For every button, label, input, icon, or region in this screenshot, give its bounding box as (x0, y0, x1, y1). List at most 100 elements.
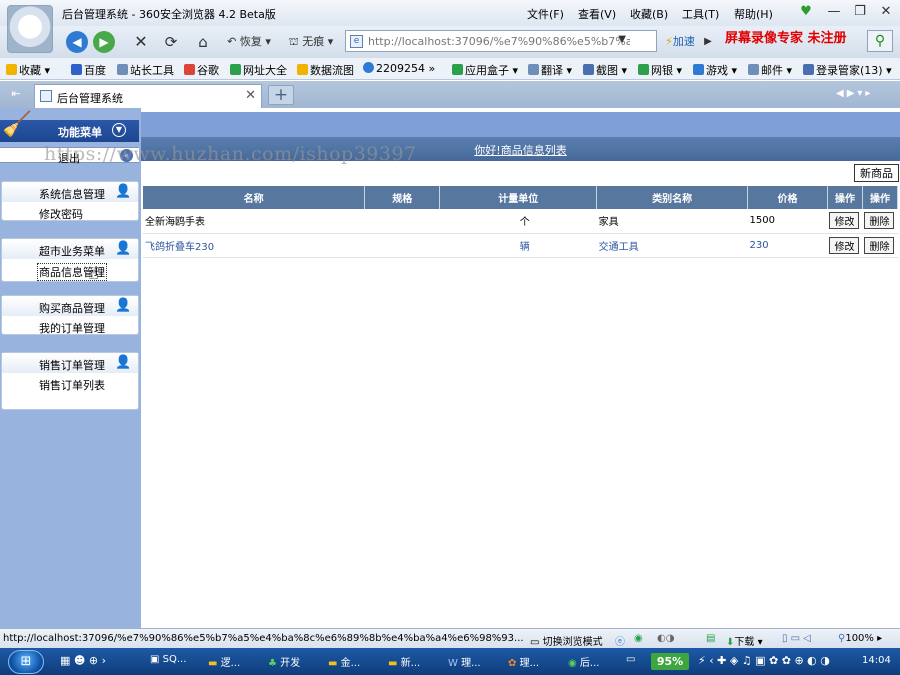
fav-translate[interactable]: 翻译 ▾ (528, 62, 572, 78)
menu-view[interactable]: 查看(V) (578, 6, 616, 22)
group-header[interactable]: 购买商品管理 👤 (2, 296, 138, 316)
task-gold[interactable]: ▬ 金... (328, 654, 360, 669)
task-dev[interactable]: ♣ 开发 (268, 654, 300, 669)
bank-icon (638, 64, 649, 75)
address-input[interactable]: http://localhost:37096/%e7%90%86%e5%b7%a… (368, 35, 630, 48)
tab-scroll-icon[interactable]: ◀▶▾▸ (836, 88, 896, 102)
no-trace-button[interactable]: ⛫ 无痕 ▾ (284, 31, 338, 53)
start-button[interactable]: ⊞ (8, 650, 44, 674)
tab-admin[interactable]: 后台管理系统 ✕ (34, 84, 262, 108)
change-password-link[interactable]: 修改密码 (39, 206, 83, 222)
downloads-button[interactable]: ⬇下载 ▾ (726, 633, 763, 648)
message-icon[interactable]: ▤ (706, 633, 715, 644)
home-icon[interactable]: ⌂ (193, 31, 213, 53)
switch-mode-button[interactable]: ▭ 切换浏览模式 (530, 633, 603, 648)
fav-dataflow[interactable]: 数据流图 (297, 62, 354, 78)
delete-button[interactable]: 删除 (864, 236, 895, 254)
menu-group-sales: 销售订单管理 👤 销售订单列表 (1, 352, 139, 410)
app-icon: ▣ (150, 654, 160, 665)
security-icon[interactable]: ◉ (634, 633, 643, 644)
column-header-delete: 操作 (862, 186, 899, 209)
page-icon (40, 90, 52, 102)
browser-icon: ◉ (568, 658, 577, 669)
status-bar: http://localhost:37096/%e7%90%86%e5%b7%a… (0, 628, 900, 648)
windows-logo-icon: ⊞ (20, 654, 32, 669)
tray-icons[interactable]: ⚡ ‹ ✚ ◈ ♫ ▣ ✿ ✿ ⊕ ◐ ◑ (698, 654, 830, 667)
close-window-icon[interactable]: ✕ (877, 3, 895, 21)
fav-netbank[interactable]: 网银 ▾ (638, 62, 682, 78)
forward-icon[interactable]: ▶ (93, 31, 115, 53)
fav-screenshot[interactable]: 截图 ▾ (583, 62, 627, 78)
page-tools-icon[interactable]: ▯ ▭ ◁ (782, 633, 811, 644)
menu-tools[interactable]: 工具(T) (682, 6, 719, 22)
task-logic[interactable]: ▬ 逻... (208, 654, 240, 669)
new-tab-icon[interactable]: + (268, 85, 294, 105)
keyboard-icon[interactable]: ▭ (626, 654, 635, 665)
refresh-icon[interactable]: ⟳ (161, 31, 181, 53)
skin-icon[interactable]: ♥ (797, 3, 815, 21)
task-word[interactable]: W 理... (448, 654, 481, 669)
sales-orders-link[interactable]: 销售订单列表 (39, 377, 105, 393)
address-dropdown-icon[interactable]: ▼ (618, 34, 626, 45)
menu-group-purchase: 购买商品管理 👤 我的订单管理 (1, 295, 139, 335)
incognito-icon: ⛫ (288, 35, 299, 48)
switch-mode-label: 切换浏览模式 (542, 637, 603, 648)
toggle-switch-icon[interactable]: ◐◑ (657, 633, 674, 644)
restore-window-icon[interactable]: ❐ (851, 3, 869, 21)
new-product-button[interactable]: 新商品 (854, 164, 899, 182)
quick-launch-icons[interactable]: ▦ ☻ ⊕ › (60, 654, 106, 667)
edit-button[interactable]: 修改 (829, 236, 860, 254)
menu-favorites[interactable]: 收藏(B) (630, 6, 668, 22)
group-header[interactable]: 销售订单管理 👤 (2, 353, 138, 373)
menu-group-supermarket: 超市业务菜单 👤 商品信息管理 (1, 238, 139, 282)
speedup-label: 加速 (672, 35, 695, 48)
key-icon (803, 64, 814, 75)
ie-mode-icon[interactable]: ⓔ (615, 633, 625, 648)
group-title: 购买商品管理 (39, 302, 105, 315)
fav-mail[interactable]: 邮件 ▾ (748, 62, 792, 78)
user-icon: 👤 (115, 241, 132, 256)
edit-button[interactable]: 修改 (829, 212, 860, 230)
group-header[interactable]: 超市业务菜单 👤 (2, 239, 138, 259)
go-icon[interactable]: ▶ (700, 31, 716, 53)
group-title: 超市业务菜单 (39, 245, 105, 258)
fav-baidu[interactable]: 百度 (71, 62, 106, 78)
menu-file[interactable]: 文件(F) (527, 6, 564, 22)
page-icon: e (350, 35, 363, 48)
mail-icon (748, 64, 759, 75)
task-backend[interactable]: ◉ 后... (568, 654, 599, 669)
restore-button[interactable]: ↶ 恢复 ▾ (222, 31, 276, 53)
fav-login-manager[interactable]: 登录管家(13) ▾ (803, 62, 892, 78)
my-orders-link[interactable]: 我的订单管理 (39, 320, 105, 336)
menu-help[interactable]: 帮助(H) (734, 6, 773, 22)
column-header-unit: 计量单位 (439, 186, 598, 209)
cell-price: 1500 (747, 209, 828, 234)
fav-google[interactable]: 谷歌 (184, 62, 219, 78)
task-sql[interactable]: ▣ SQ... (150, 654, 186, 665)
minimize-icon[interactable]: — (825, 3, 843, 21)
task-reason[interactable]: ✿ 理... (508, 654, 539, 669)
fav-site-directory[interactable]: 网址大全 (230, 62, 287, 78)
fav-2209254[interactable]: 2209254 » (363, 62, 435, 75)
restore-label: 恢复 (239, 35, 262, 48)
translate-icon (528, 64, 539, 75)
app-icon: ✿ (508, 658, 517, 669)
group-header[interactable]: 系统信息管理 👤 (2, 182, 138, 202)
favorites-menu[interactable]: 收藏 ▾ (6, 62, 50, 78)
star-icon (6, 64, 17, 75)
close-tab-icon[interactable]: ✕ (245, 88, 256, 103)
address-bar[interactable]: e http://localhost:37096/%e7%90%86%e5%b7… (345, 30, 657, 52)
cell-category: 家具 (596, 209, 748, 234)
fav-games[interactable]: 游戏 ▾ (693, 62, 737, 78)
zoom-control[interactable]: ⚲100% ▸ (838, 633, 882, 644)
chevron-down-icon[interactable]: ▼ (112, 123, 126, 137)
stop-icon[interactable]: ✕ (131, 31, 151, 53)
back-icon[interactable]: ◀ (66, 31, 88, 53)
search-icon[interactable]: ⚲ (867, 30, 893, 52)
fav-app-box[interactable]: 应用盒子 ▾ (452, 62, 518, 78)
task-new[interactable]: ▬ 新... (388, 654, 420, 669)
speedup-button[interactable]: ⚡加速 (662, 31, 698, 53)
fav-webmaster-tools[interactable]: 站长工具 (117, 62, 174, 78)
sidebar-toggle-icon[interactable]: ⇤ (6, 87, 26, 103)
delete-button[interactable]: 删除 (864, 212, 895, 230)
